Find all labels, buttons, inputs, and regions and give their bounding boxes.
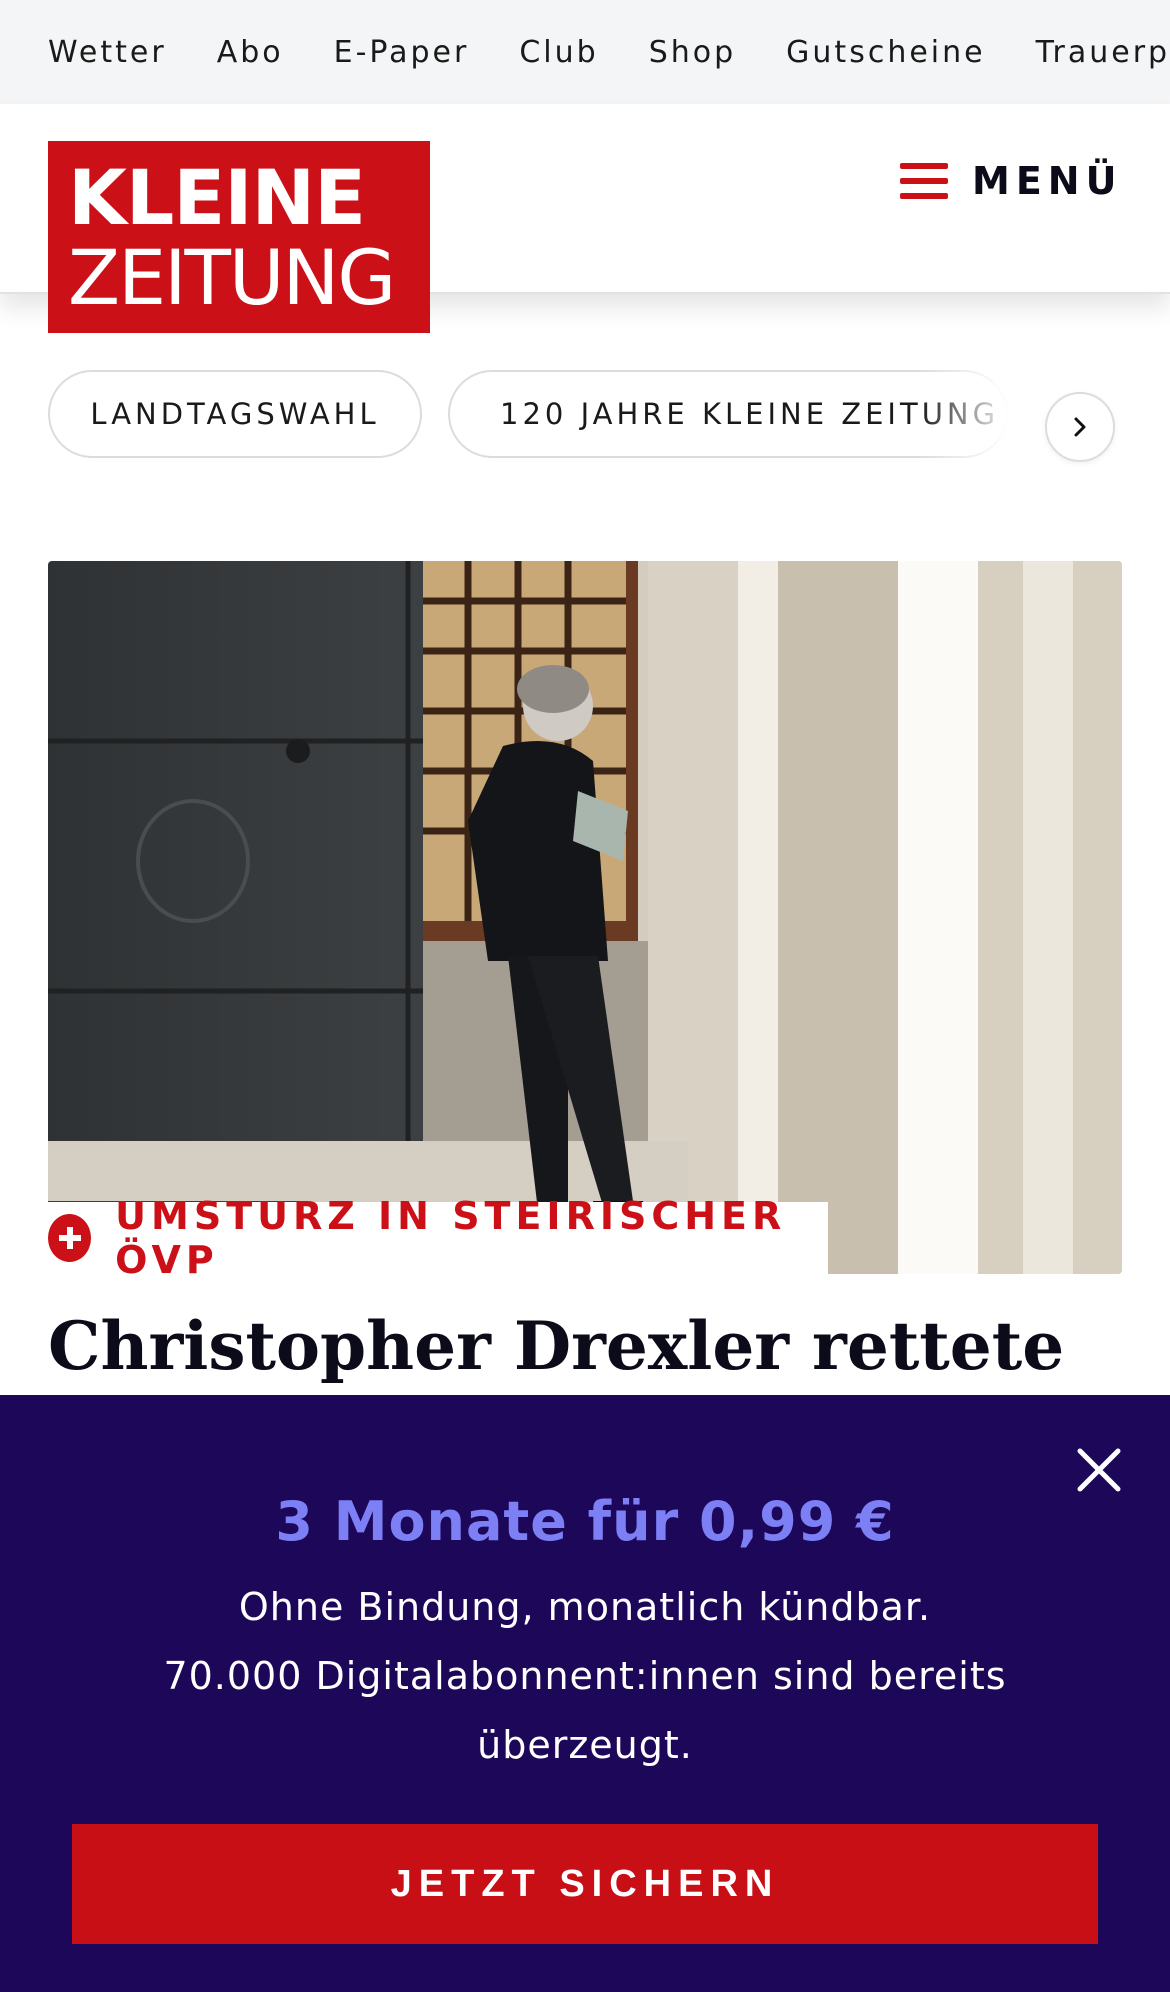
- service-nav: Wetter Abo E-Paper Club Shop Gutscheine …: [0, 0, 1170, 104]
- hero-photo: [48, 561, 1122, 1274]
- offer-line-2: 70.000 Digitalabonnent:innen sind bereit…: [163, 1654, 1007, 1767]
- hero-image[interactable]: [48, 561, 1122, 1274]
- hamburger-icon: [900, 163, 948, 199]
- menu-label: MENÜ: [972, 159, 1123, 203]
- logo-line-1: KLEINE: [68, 153, 366, 242]
- chips-next-button[interactable]: [1045, 392, 1115, 462]
- site-logo[interactable]: KLEINE ZEITUNG: [48, 141, 430, 333]
- site-header: KLEINE ZEITUNG MENÜ: [0, 104, 1170, 333]
- service-nav-epaper[interactable]: E-Paper: [334, 35, 470, 70]
- service-nav-abo[interactable]: Abo: [217, 35, 284, 70]
- article-kicker[interactable]: UMSTURZ IN STEIRISCHER ÖVP: [48, 1194, 828, 1282]
- offer-line-1: Ohne Bindung, monatlich kündbar.: [238, 1585, 932, 1629]
- subscription-overlay: 3 Monate für 0,99 € Ohne Bindung, monatl…: [0, 1395, 1170, 1992]
- logo-line-2: ZEITUNG: [68, 233, 396, 322]
- offer-title: 3 Monate für 0,99 €: [275, 1490, 895, 1553]
- service-nav-club[interactable]: Club: [519, 35, 598, 70]
- offer-description: Ohne Bindung, monatlich kündbar. 70.000 …: [150, 1573, 1020, 1780]
- kicker-text: UMSTURZ IN STEIRISCHER ÖVP: [115, 1194, 787, 1282]
- plus-icon: [48, 1214, 92, 1262]
- subscribe-button[interactable]: JETZT SICHERN: [72, 1824, 1098, 1944]
- menu-button[interactable]: MENÜ: [900, 156, 1122, 206]
- topic-chip-landtagswahl[interactable]: LANDTAGSWAHL: [48, 370, 422, 458]
- service-nav-wetter[interactable]: Wetter: [48, 35, 167, 70]
- service-nav-shop[interactable]: Shop: [649, 35, 736, 70]
- close-button[interactable]: [1074, 1445, 1124, 1495]
- service-nav-gutscheine[interactable]: Gutscheine: [786, 35, 985, 70]
- chevron-right-icon: [1074, 417, 1086, 437]
- service-nav-trauerportal[interactable]: Trauerportal: [1036, 35, 1170, 70]
- topic-chips: LANDTAGSWAHL 120 JAHRE KLEINE ZEITUNG: [0, 368, 1170, 498]
- article-headline[interactable]: Christopher Drexler rettete: [48, 1305, 1122, 1387]
- chips-fade: [920, 368, 1050, 498]
- close-icon: [1077, 1448, 1121, 1492]
